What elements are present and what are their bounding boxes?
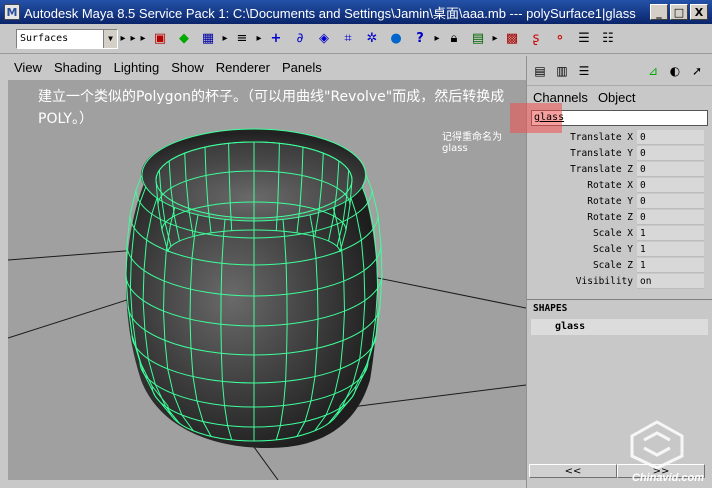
shapes-header: SHAPES [527, 299, 712, 317]
status-line-toolbar: Surfaces ▼ ▸ ▸ ▸ ▣ ◆ ▦ ▸ ≡ ▸ + ∂ ◈ ⌗ ✲ ●… [0, 24, 712, 54]
watermark-text: Chinavid.com [631, 472, 704, 484]
object-menu[interactable]: Object [598, 90, 636, 105]
viewport-menu-view[interactable]: View [12, 60, 44, 75]
menu-set-dropdown[interactable]: Surfaces ▼ [16, 28, 118, 49]
attribute-label: Scale X [592, 227, 633, 239]
attribute-label: Visibility [575, 275, 633, 287]
collapse-arrow-icon[interactable]: ▸ [490, 28, 500, 50]
tutorial-note: 建立一个类似的Polygon的杯子。（可以用曲线"Revolve"而成，然后转换… [38, 89, 505, 127]
attribute-row[interactable]: Translate Z 0 [527, 161, 712, 177]
maya-app-icon[interactable]: M [4, 4, 20, 20]
title-bar: M Autodesk Maya 8.5 Service Pack 1: C:\D… [0, 0, 712, 24]
attribute-row[interactable]: Scale Z 1 [527, 257, 712, 273]
snap-grid-icon[interactable]: + [266, 28, 286, 50]
help-icon[interactable]: ? [410, 28, 430, 50]
scroll-left-button[interactable]: << [529, 464, 617, 478]
chevron-down-icon[interactable]: ▼ [103, 29, 117, 48]
ipr-render-icon[interactable]: ⚬ [550, 28, 570, 50]
snap-menu-icon[interactable]: ≡ [232, 28, 252, 50]
viewport-menu-panels[interactable]: Panels [280, 60, 324, 75]
viewport-menu-lighting[interactable]: Lighting [112, 60, 162, 75]
select-by-component-icon[interactable]: ▦ [198, 28, 218, 50]
viewport-menu-shading[interactable]: Shading [52, 60, 104, 75]
channel-box-layout-icon[interactable]: ▤ [531, 62, 549, 80]
attribute-label: Rotate Y [587, 195, 633, 207]
attribute-value-field[interactable]: 1 [637, 225, 704, 241]
construction-history-icon[interactable]: ▤ [468, 28, 488, 50]
attribute-editor-icon[interactable]: ☰ [574, 28, 594, 50]
scene-canvas[interactable]: 建立一个类似的Polygon的杯子。（可以用曲线"Revolve"而成，然后转换… [8, 80, 526, 480]
collapse-arrow-icon[interactable]: ▸ [220, 28, 230, 50]
attribute-row[interactable]: Scale Y 1 [527, 241, 712, 257]
select-by-hierarchy-icon[interactable]: ▣ [150, 28, 170, 50]
select-by-object-icon[interactable]: ◆ [174, 28, 194, 50]
make-live-icon[interactable]: ✲ [362, 28, 382, 50]
attribute-value-field[interactable]: 1 [637, 241, 704, 257]
axis-icon[interactable]: ⊿ [644, 62, 662, 80]
attribute-row[interactable]: Visibility on [527, 273, 712, 289]
snap-point-icon[interactable]: ◈ [314, 28, 334, 50]
collapse-arrow-icon[interactable]: ▸ [254, 28, 264, 50]
window-title: Autodesk Maya 8.5 Service Pack 1: C:\Doc… [24, 5, 636, 21]
snap-plane-icon[interactable]: ⌗ [338, 28, 358, 50]
attribute-label: Translate Z [570, 163, 633, 175]
attribute-value-field[interactable]: on [637, 273, 704, 289]
attribute-label: Rotate Z [587, 211, 633, 223]
attribute-value-field[interactable]: 0 [637, 161, 704, 177]
tool-settings-icon[interactable]: ☷ [598, 28, 618, 50]
perspective-viewport[interactable]: View Shading Lighting Show Renderer Pane… [8, 56, 526, 480]
attribute-label: Translate X [570, 131, 633, 143]
layer-layout-icon[interactable]: ☰ [575, 62, 593, 80]
shape-node-item[interactable]: glass [531, 319, 708, 335]
attribute-value-field[interactable]: 0 [637, 177, 704, 193]
attribute-value-field[interactable]: 0 [637, 209, 704, 225]
menu-set-value: Surfaces [20, 33, 69, 44]
viewport-menu-renderer[interactable]: Renderer [214, 60, 272, 75]
attribute-label: Translate Y [570, 147, 633, 159]
channel-box-toolbar: ▤ ▥ ☰ ⊿ ◐ ➚ [527, 56, 712, 86]
attribute-value-field[interactable]: 0 [637, 193, 704, 209]
viewport-menu-show[interactable]: Show [169, 60, 206, 75]
render-sphere-icon[interactable]: ● [386, 28, 406, 50]
attribute-value-field[interactable]: 1 [637, 257, 704, 273]
collapse-arrow-icon[interactable]: ▸ [138, 28, 148, 50]
shading-icon[interactable]: ◐ [666, 62, 684, 80]
maximize-button[interactable]: □ [670, 4, 688, 20]
attribute-value-field[interactable]: 0 [637, 129, 704, 145]
attribute-row[interactable]: Rotate X 0 [527, 177, 712, 193]
attribute-row[interactable]: Rotate Z 0 [527, 209, 712, 225]
arrow-icon[interactable]: ➚ [688, 62, 706, 80]
object-name-value: glass [534, 112, 565, 123]
attribute-row[interactable]: Rotate Y 0 [527, 193, 712, 209]
window-controls: _ □ X [650, 4, 708, 20]
render-view-icon[interactable]: ▩ [502, 28, 522, 50]
attribute-value-field[interactable]: 0 [637, 145, 704, 161]
render-current-icon[interactable]: ʂ [526, 28, 546, 50]
close-button[interactable]: X [690, 4, 708, 20]
minimize-button[interactable]: _ [650, 4, 668, 20]
attribute-row[interactable]: Scale X 1 [527, 225, 712, 241]
attribute-label: Scale Y [592, 243, 633, 255]
lock-icon[interactable]: 🔒︎ [444, 28, 464, 50]
attribute-layout-icon[interactable]: ▥ [553, 62, 571, 80]
snap-curve-icon[interactable]: ∂ [290, 28, 310, 50]
viewport-menu-bar: View Shading Lighting Show Renderer Pane… [12, 60, 324, 75]
collapse-arrow-icon[interactable]: ▸ [432, 28, 442, 50]
collapse-arrow-icon[interactable]: ▸ [128, 28, 138, 50]
watermark-logo [630, 420, 684, 470]
attribute-list: Translate X 0 Translate Y 0 Translate Z 0 Rota… [527, 129, 712, 289]
attribute-label: Scale Z [592, 259, 633, 271]
object-name-field[interactable]: glass [510, 103, 708, 133]
attribute-label: Rotate X [587, 179, 633, 191]
collapse-arrow-icon[interactable]: ▸ [118, 28, 128, 50]
attribute-row[interactable]: Translate Y 0 [527, 145, 712, 161]
